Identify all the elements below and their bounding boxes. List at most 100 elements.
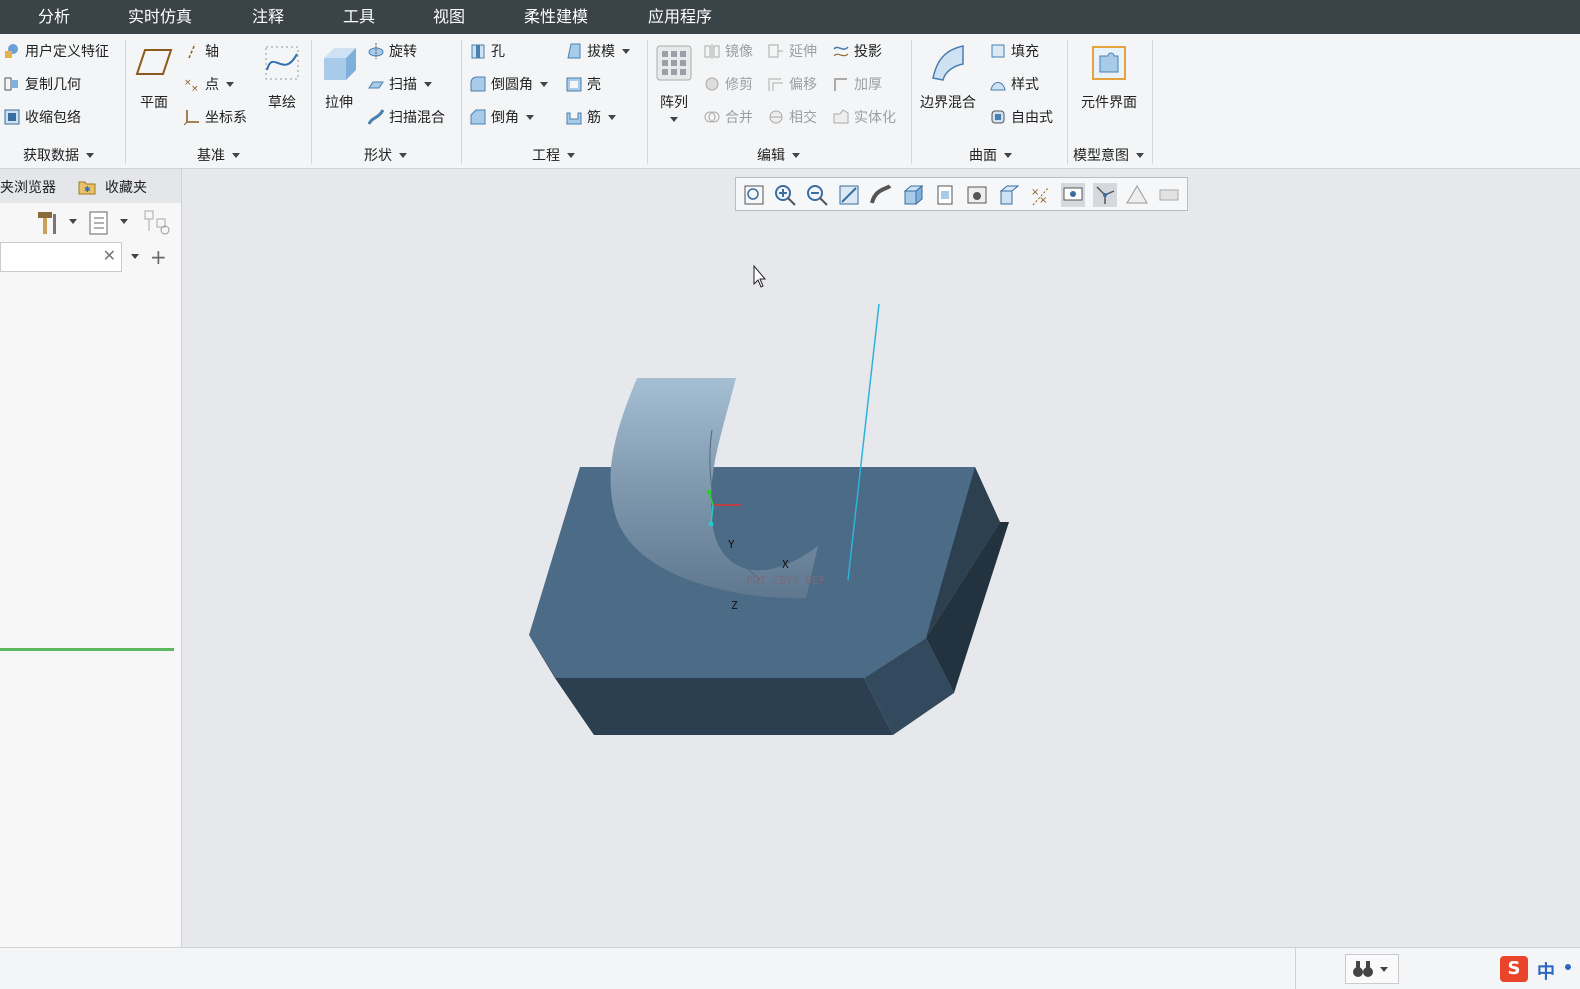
chevron-down-icon[interactable] <box>131 254 139 259</box>
zoom-out-icon[interactable] <box>805 183 829 207</box>
freestyle-button[interactable]: 自由式 <box>990 106 1053 130</box>
status-bar: S 中 <box>0 947 1580 989</box>
status-divider <box>1295 948 1296 989</box>
tab-annotate[interactable]: 注释 <box>252 0 284 34</box>
chevron-down-icon <box>424 82 432 87</box>
copy-geometry-button[interactable]: 复制几何 <box>4 73 81 97</box>
pattern-button[interactable]: 阵列 <box>654 44 694 128</box>
sweep-button[interactable]: 扫描 <box>368 73 432 97</box>
display-style-icon[interactable] <box>901 183 925 207</box>
ime-dot-icon <box>1565 964 1571 970</box>
hole-icon <box>471 44 485 59</box>
csys-display-icon[interactable] <box>1093 183 1117 207</box>
extrude-button[interactable]: 拉伸 <box>318 44 360 112</box>
sogou-ime-icon[interactable]: S <box>1500 956 1528 982</box>
draft-button[interactable]: 拔模 <box>566 40 630 64</box>
refit-icon[interactable] <box>742 183 766 207</box>
get-data-group-label[interactable]: 获取数据 <box>23 145 94 165</box>
add-icon[interactable]: + <box>150 245 167 269</box>
saved-views-icon[interactable] <box>933 183 957 207</box>
coordinate-system-button[interactable]: 坐标系 <box>184 106 247 130</box>
style-icon <box>990 82 1006 91</box>
tab-flexible-modeling[interactable]: 柔性建模 <box>524 0 588 34</box>
appearance-icon[interactable] <box>1125 183 1149 207</box>
find-button[interactable] <box>1345 954 1399 984</box>
revolve-button[interactable]: 旋转 <box>368 40 417 64</box>
chevron-down-icon <box>608 115 616 120</box>
point-button[interactable]: × × 点 <box>184 73 234 97</box>
project-button[interactable]: 投影 <box>833 40 882 64</box>
project-icon <box>833 46 849 57</box>
tab-folder-browser[interactable]: 夹浏览器 <box>0 177 56 197</box>
tree-filter-icon[interactable] <box>143 209 171 235</box>
tab-realtime-simulation[interactable]: 实时仿真 <box>128 0 192 34</box>
settings-hammer-icon[interactable] <box>36 210 60 236</box>
fill-button[interactable]: 填充 <box>990 40 1039 64</box>
chevron-down-icon <box>567 153 575 158</box>
mirror-button[interactable]: 镜像 <box>704 40 753 64</box>
spin-center-icon[interactable] <box>1061 183 1085 207</box>
tab-tools[interactable]: 工具 <box>343 0 375 34</box>
boundary-blend-button[interactable]: 边界混合 <box>917 44 979 112</box>
user-defined-feature-button[interactable]: 用户定义特征 <box>4 40 109 64</box>
engineering-group-label[interactable]: 工程 <box>532 145 575 165</box>
shapes-group-label[interactable]: 形状 <box>364 145 407 165</box>
chevron-down-icon[interactable] <box>69 219 77 224</box>
chamfer-button[interactable]: 倒角 <box>470 106 534 130</box>
ime-mode-indicator[interactable]: 中 <box>1537 958 1555 984</box>
tab-analysis[interactable]: 分析 <box>38 0 70 34</box>
offset-button[interactable]: 偏移 <box>768 73 817 97</box>
chevron-down-icon <box>232 153 240 158</box>
solidify-button[interactable]: 实体化 <box>833 106 896 130</box>
show-list-icon[interactable] <box>88 211 110 235</box>
shell-icon <box>566 77 582 92</box>
datum-display-icon[interactable]: ×× <box>1029 183 1053 207</box>
plane-display-icon[interactable] <box>1157 183 1181 207</box>
shrinkwrap-button[interactable]: 收缩包络 <box>4 106 81 130</box>
rib-button[interactable]: 筋 <box>566 106 616 130</box>
repaint-icon[interactable] <box>837 183 861 207</box>
csys-y-marker <box>706 489 712 495</box>
chevron-down-icon[interactable] <box>120 219 128 224</box>
surfaces-group-label[interactable]: 曲面 <box>969 145 1012 165</box>
sketch-button[interactable]: 草绘 <box>262 44 302 112</box>
component-interface-button[interactable]: 元件界面 <box>1076 44 1142 112</box>
style-button[interactable]: 样式 <box>990 73 1039 97</box>
zoom-in-icon[interactable] <box>773 183 797 207</box>
plane-button[interactable]: 平面 <box>132 44 176 112</box>
hole-button[interactable]: 孔 <box>470 40 505 64</box>
extend-icon <box>768 44 783 58</box>
view-manager-icon[interactable] <box>965 183 989 207</box>
model-intent-group-label[interactable]: 模型意图 <box>1073 145 1144 165</box>
merge-button[interactable]: 合并 <box>704 106 753 130</box>
group-divider <box>311 40 312 164</box>
mirror-icon <box>704 44 720 59</box>
intersect-button[interactable]: 相交 <box>768 106 817 130</box>
group-divider <box>461 40 462 164</box>
thicken-icon <box>834 78 847 91</box>
extend-button[interactable]: 延伸 <box>768 40 817 64</box>
offset-icon <box>768 78 783 91</box>
tab-favorites[interactable]: 收藏夹 <box>105 177 147 197</box>
search-input[interactable]: ✕ <box>0 242 122 272</box>
shell-button[interactable]: 壳 <box>566 73 601 97</box>
clear-icon[interactable]: ✕ <box>103 246 116 265</box>
chevron-down-icon <box>1380 967 1388 972</box>
graphics-viewport[interactable]: Y X Z PRT_CSYS_DEF <box>181 211 1580 947</box>
datum-group-label[interactable]: 基准 <box>197 145 240 165</box>
round-button[interactable]: 倒圆角 <box>470 73 548 97</box>
group-divider <box>647 40 648 164</box>
tab-view[interactable]: 视图 <box>433 0 465 34</box>
annotation-display-icon[interactable] <box>997 183 1021 207</box>
tab-applications[interactable]: 应用程序 <box>648 0 712 34</box>
favorites-folder-icon: ✱ <box>78 181 96 195</box>
perspective-icon[interactable] <box>869 183 893 207</box>
fill-icon <box>991 44 1005 58</box>
axis-button[interactable]: 轴 <box>184 40 219 64</box>
chevron-down-icon <box>86 153 94 158</box>
thicken-button[interactable]: 加厚 <box>833 73 882 97</box>
group-divider <box>1067 40 1068 164</box>
swept-blend-button[interactable]: 扫描混合 <box>368 106 445 130</box>
editing-group-label[interactable]: 编辑 <box>757 145 800 165</box>
trim-button[interactable]: 修剪 <box>704 73 753 97</box>
